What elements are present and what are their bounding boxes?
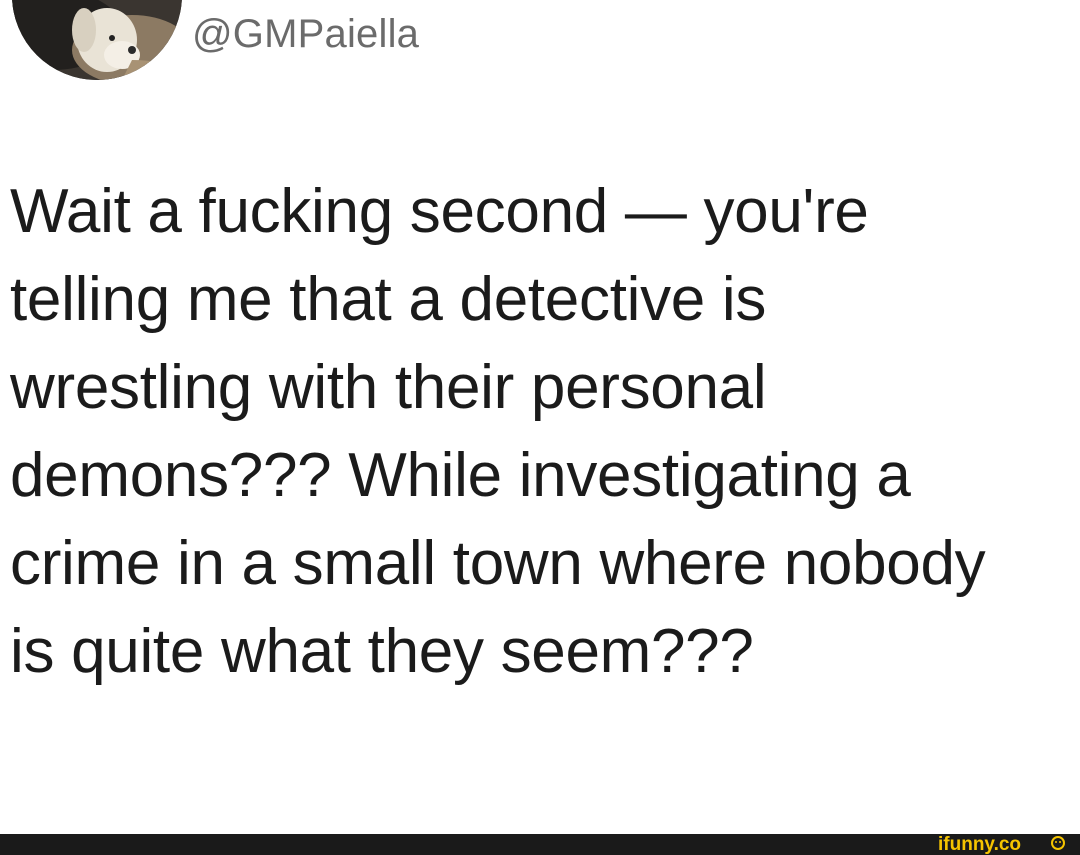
tweet-line: is quite what they seem??? bbox=[10, 617, 754, 686]
post-screenshot: @GMPaiella Wait a fucking second — you'r… bbox=[0, 0, 1080, 855]
ifunny-watermark-icon: ifunny.co bbox=[938, 834, 1065, 854]
dog-photo-icon bbox=[12, 0, 182, 80]
watermark-bar: ifunny.co bbox=[0, 834, 1080, 855]
ifunny-logo: ifunny.co bbox=[938, 833, 1068, 854]
tweet-line: telling me that a detective is bbox=[10, 265, 767, 334]
profile-avatar[interactable] bbox=[12, 0, 182, 80]
user-handle[interactable]: @GMPaiella bbox=[192, 12, 419, 57]
tweet-body: Wait a fucking second — you're telling m… bbox=[10, 168, 1080, 696]
tweet-line: Wait a fucking second — you're bbox=[10, 177, 869, 246]
tweet-line: demons??? While investigating a bbox=[10, 441, 911, 510]
tweet-line: crime in a small town where nobody bbox=[10, 529, 986, 598]
tweet-line: wrestling with their personal bbox=[10, 353, 767, 422]
svg-text:ifunny.co: ifunny.co bbox=[938, 834, 1021, 854]
